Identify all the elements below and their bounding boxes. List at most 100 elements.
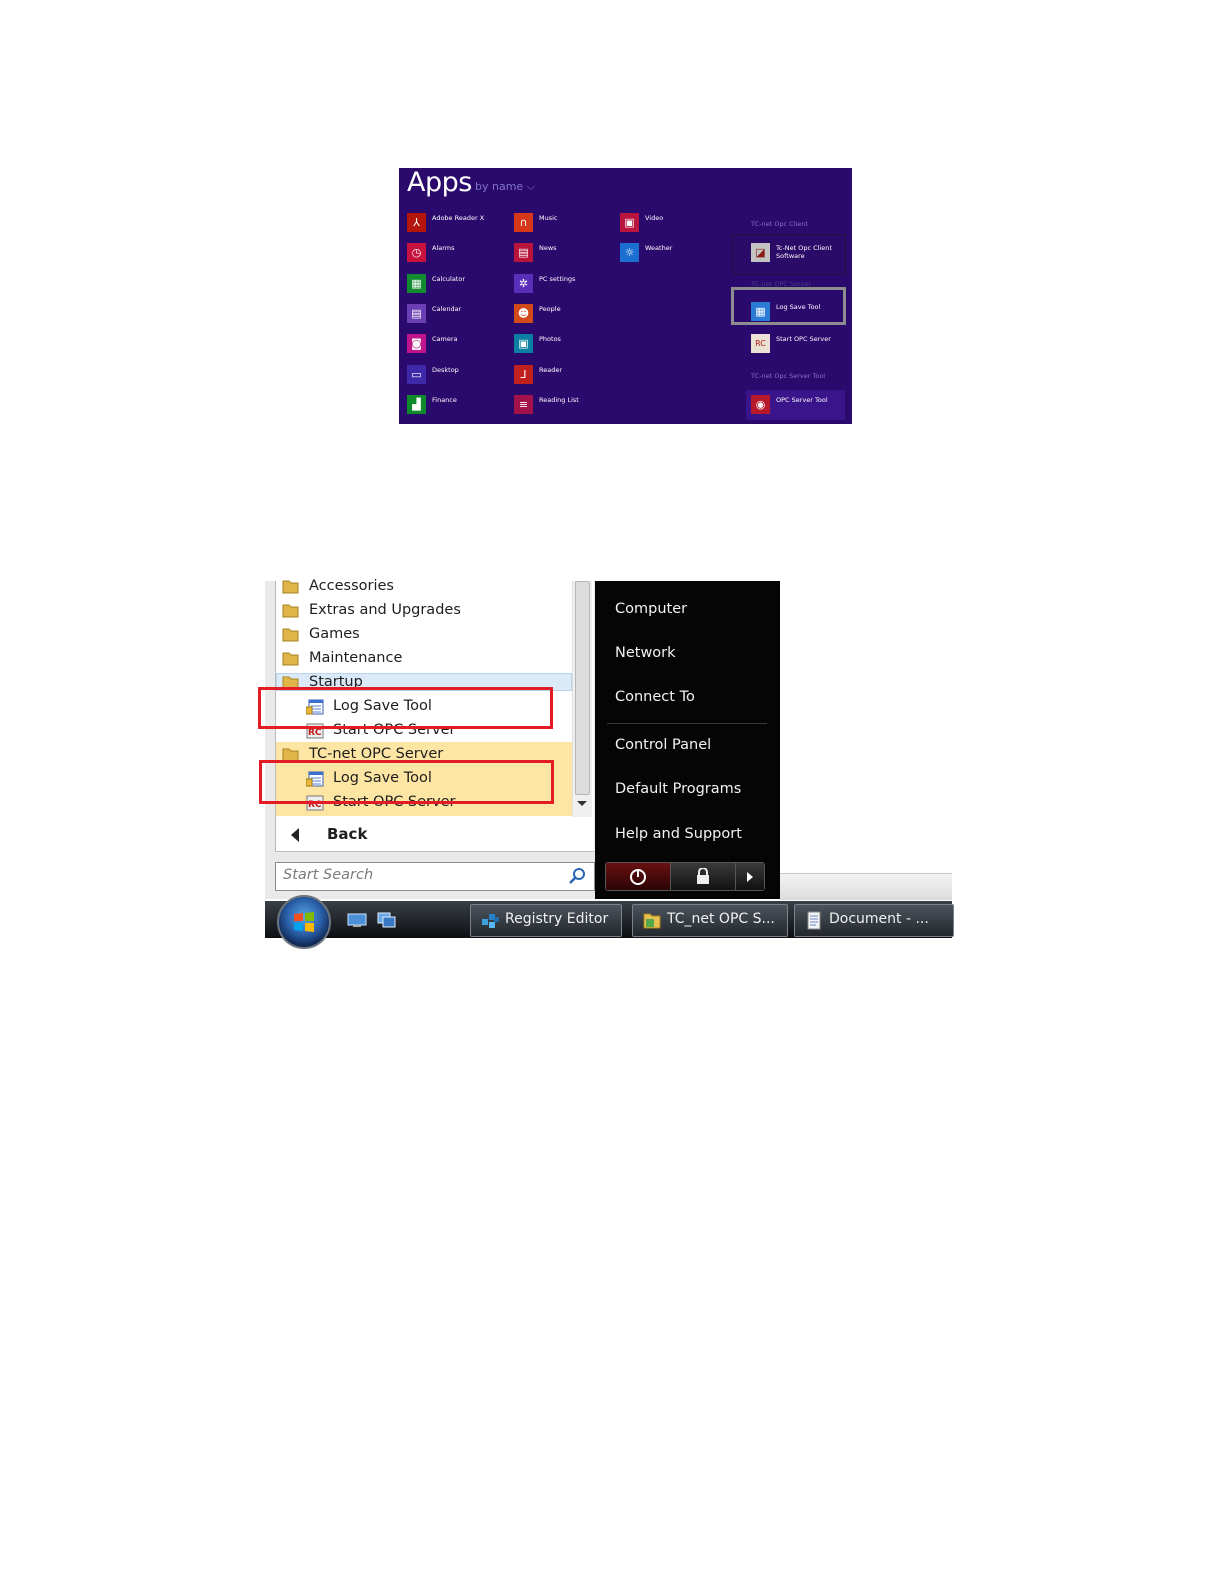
scrollbar-thumb[interactable] [575,581,590,795]
search-icon[interactable] [568,867,586,885]
folder-icon [282,604,299,618]
app-label: Music [539,214,558,222]
app-label: Reading List [539,396,579,404]
app-label: Tc-Net Opc Client Software [776,244,832,260]
start-search-input[interactable]: Start Search [275,862,595,891]
back-button[interactable]: Back [275,821,572,851]
app-label: Camera [432,335,458,343]
app-label: People [539,305,561,313]
app-label: Desktop [432,366,459,374]
folder-maintenance[interactable]: Maintenance [276,647,572,671]
vista-start-menu: Accessories Extras and Upgrades Games Ma… [258,578,954,949]
taskbar-label: Document - ... [829,911,929,927]
item-label: Games [309,626,360,642]
taskbar-tc-net-opc-server[interactable]: TC_net OPC S... [632,904,788,937]
weather-sun-icon: ☼ [620,243,639,262]
video-icon: ▣ [620,213,639,232]
shutdown-options-button[interactable] [736,863,764,890]
search-placeholder: Start Search [283,867,374,883]
item-label: Extras and Upgrades [309,602,461,618]
finance-chart-icon: ▟ [407,395,426,414]
menu-computer[interactable]: Computer [615,601,687,617]
switch-windows-icon[interactable] [377,912,397,928]
folder-icon [282,580,299,594]
alarm-clock-icon: ◷ [407,243,426,262]
reading-list-icon: ≡ [514,395,533,414]
news-icon: ▤ [514,243,533,262]
programs-scrollbar[interactable] [572,581,592,817]
apps-title: Apps [407,168,472,198]
lock-icon [697,868,709,884]
opc-server-tool-icon: ◉ [751,395,770,414]
folder-accessories[interactable]: Accessories [276,575,572,599]
menu-network[interactable]: Network [615,645,676,661]
folder-icon [282,628,299,642]
taskbar: Registry Editor TC_net OPC S... Document… [265,873,954,949]
pdf-icon: ⅄ [407,213,426,232]
annotation-box-tc-net [259,760,554,804]
group-header-tc-net-opc-server-tool: TC-net Opc Server Tool [751,372,826,380]
sort-by-name-dropdown[interactable]: by name ⌵ [475,180,535,194]
app-label: Video [645,214,664,222]
menu-divider [607,723,767,724]
taskbar-label: Registry Editor [505,911,609,927]
calendar-icon: ▤ [407,304,426,323]
app-label: OPC Server Tool [776,396,828,404]
power-controls [605,862,765,891]
taskbar-registry-editor[interactable]: Registry Editor [470,904,622,937]
group-header-tc-net-opc-client: TC-net Opc Client [751,220,808,228]
registry-editor-icon [482,914,499,928]
headphones-icon: ∩ [514,213,533,232]
gear-icon: ✲ [514,274,533,293]
app-label: News [539,244,557,252]
win8-apps-screen: Apps by name ⌵ ⅄ Adobe Reader X ◷ Alarms… [399,168,852,424]
document-icon [807,911,821,930]
taskbar-document[interactable]: Document - ... [794,904,954,937]
back-arrow-icon [291,828,299,842]
desktop-icon: ▭ [407,365,426,384]
calculator-icon: ▦ [407,274,426,293]
app-label: Start OPC Server [776,335,831,343]
taskbar-label: TC_net OPC S... [667,911,775,927]
camera-icon: ◙ [407,334,426,353]
photos-icon: ▣ [514,334,533,353]
app-label: Photos [539,335,561,343]
desktop-strip [780,873,952,900]
arrow-right-icon [747,872,753,882]
app-label: Calculator [432,275,466,283]
app-label: Finance [432,396,457,404]
back-label: Back [327,825,368,843]
menu-connect-to[interactable]: Connect To [615,689,695,705]
app-label: Weather [645,244,673,252]
people-icon: ☻ [514,304,533,323]
tc-net-client-icon: ◪ [751,243,770,262]
log-save-tool-icon: ▦ [751,302,770,321]
app-label: Calendar [432,305,462,313]
app-label: Log Save Tool [776,303,821,311]
folder-icon [282,652,299,666]
folder-icon [643,913,661,929]
programs-pane: Accessories Extras and Upgrades Games Ma… [265,578,597,899]
lock-button[interactable] [671,863,736,890]
start-opc-server-icon: RC [751,334,770,353]
item-label: Maintenance [309,650,403,666]
reader-icon: ⅃ [514,365,533,384]
menu-default-programs[interactable]: Default Programs [615,781,741,797]
item-label: Accessories [309,578,394,594]
menu-help-and-support[interactable]: Help and Support [615,826,742,842]
annotation-box-startup [258,687,553,729]
show-desktop-icon[interactable] [347,912,367,928]
app-label: PC settings [539,275,576,283]
scroll-down-arrow-icon[interactable] [577,801,587,806]
power-button[interactable] [606,863,671,890]
app-label: Reader [539,366,563,374]
start-orb-button[interactable] [277,895,331,949]
windows-logo-icon [294,912,314,932]
menu-control-panel[interactable]: Control Panel [615,737,711,753]
app-label: Adobe Reader X [432,214,485,222]
right-pane: Computer Network Connect To Control Pane… [595,581,780,899]
app-label: Alarms [432,244,455,252]
svg-text:RC: RC [308,728,322,738]
folder-extras-and-upgrades[interactable]: Extras and Upgrades [276,599,572,623]
folder-games[interactable]: Games [276,623,572,647]
